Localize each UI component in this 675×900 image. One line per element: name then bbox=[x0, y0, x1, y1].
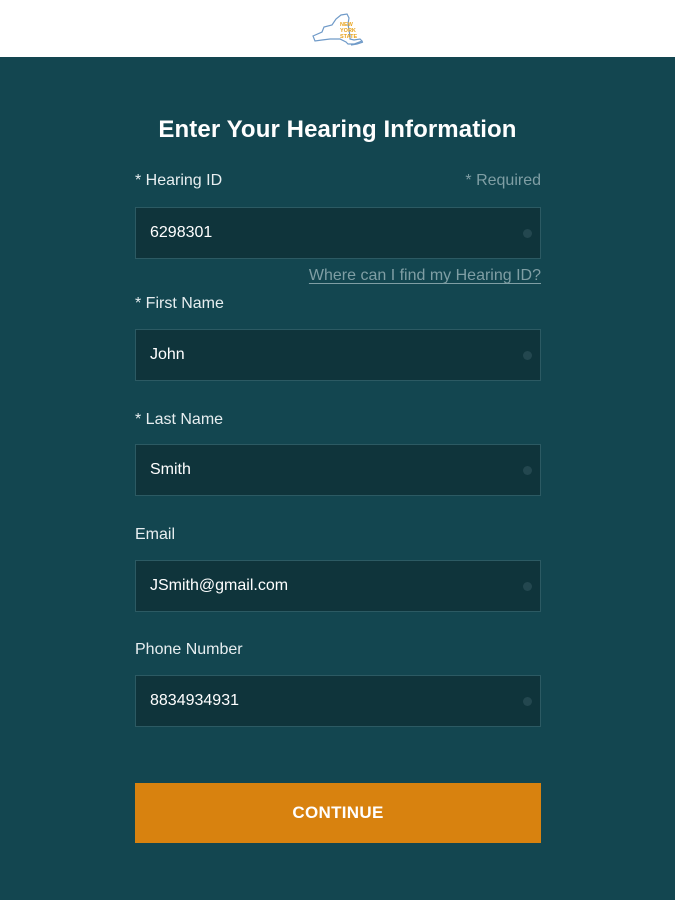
phone-field[interactable] bbox=[135, 675, 541, 727]
last-name-field[interactable] bbox=[135, 444, 541, 496]
last-name-label: * Last Name bbox=[135, 411, 224, 428]
main-panel: Enter Your Hearing Information * Hearing… bbox=[0, 57, 675, 900]
required-note: * Required bbox=[465, 172, 541, 189]
find-hearing-id-link[interactable]: Where can I find my Hearing ID? bbox=[309, 267, 541, 285]
first-name-label: * First Name bbox=[135, 295, 224, 312]
top-bar: NEW YORK STATE bbox=[0, 0, 675, 58]
field-indicator-icon bbox=[523, 229, 532, 238]
email-field[interactable] bbox=[135, 560, 541, 612]
svg-text:STATE: STATE bbox=[340, 34, 358, 40]
new-york-state-logo: NEW YORK STATE bbox=[310, 9, 366, 49]
email-input[interactable] bbox=[136, 561, 540, 611]
continue-button[interactable]: CONTINUE bbox=[135, 783, 541, 843]
ny-state-map-icon: NEW YORK STATE bbox=[311, 12, 363, 46]
field-indicator-icon bbox=[523, 582, 532, 591]
page-title: Enter Your Hearing Information bbox=[158, 116, 517, 143]
phone-input[interactable] bbox=[136, 676, 540, 726]
first-name-input[interactable] bbox=[136, 330, 540, 380]
first-name-field[interactable] bbox=[135, 329, 541, 381]
hearing-id-field[interactable] bbox=[135, 207, 541, 259]
last-name-input[interactable] bbox=[136, 445, 540, 495]
hearing-id-input[interactable] bbox=[136, 208, 540, 258]
hearing-id-label: * Hearing ID bbox=[135, 172, 223, 189]
email-label: Email bbox=[135, 526, 176, 543]
field-indicator-icon bbox=[523, 351, 532, 360]
field-indicator-icon bbox=[523, 466, 532, 475]
field-indicator-icon bbox=[523, 697, 532, 706]
phone-label: Phone Number bbox=[135, 641, 243, 658]
